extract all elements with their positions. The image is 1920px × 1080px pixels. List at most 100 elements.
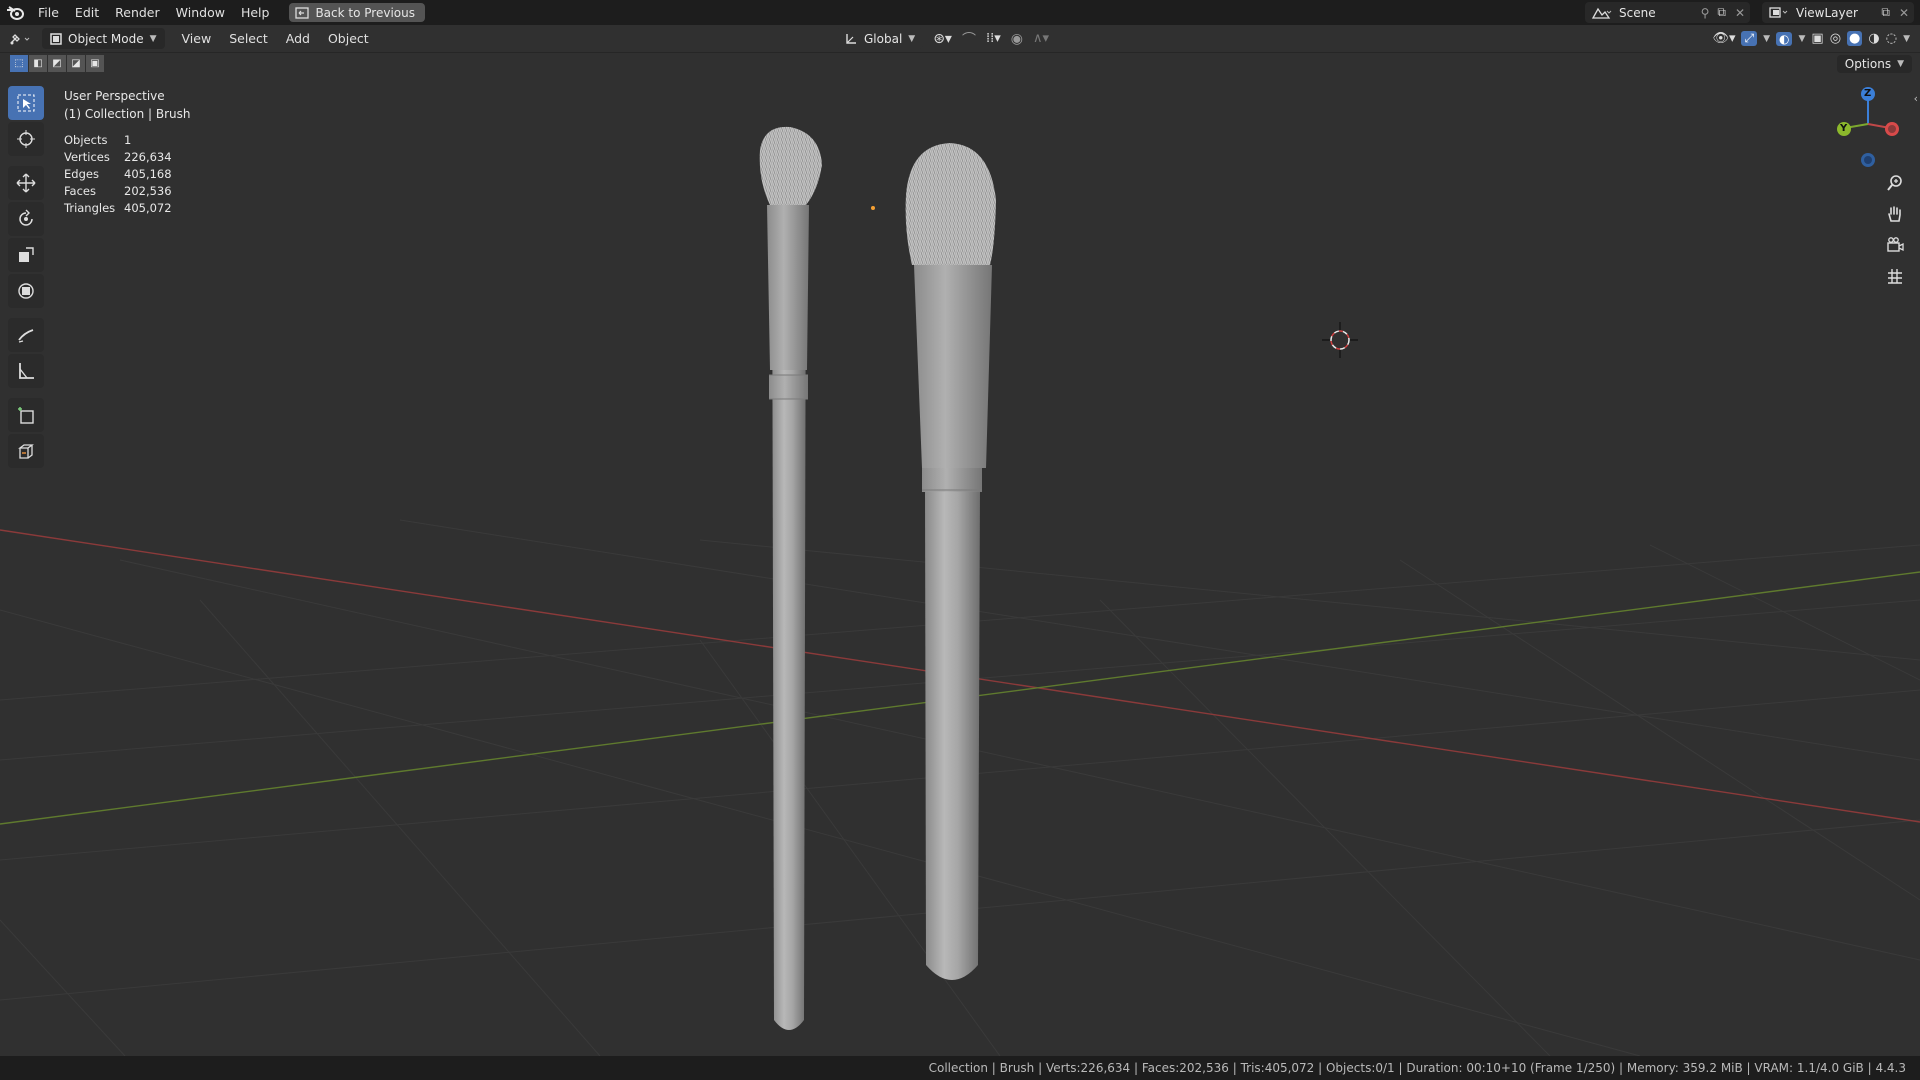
scene-selector[interactable]: Scene ⚲ ⧉ ✕ — [1585, 2, 1750, 23]
3d-cursor[interactable] — [1322, 322, 1358, 358]
view-layer-selector[interactable]: ViewLayer ⧉ ✕ — [1762, 2, 1914, 23]
solid-shading-icon[interactable]: ● — [1847, 31, 1863, 46]
gizmo-z-label: Z — [1864, 88, 1872, 99]
menu-edit[interactable]: Edit — [67, 0, 107, 25]
snap-target-icon[interactable]: ⁞⁞▾ — [986, 31, 1001, 46]
stat-row: Edges 405,168 — [64, 166, 172, 181]
grid-icon — [1888, 269, 1902, 284]
status-bar-text: Collection | Brush | Verts:226,634 | Fac… — [928, 1061, 1906, 1075]
annotate-tool[interactable] — [8, 318, 44, 352]
object-mode-icon — [50, 32, 62, 45]
select-new-icon[interactable]: ⬚ — [10, 55, 28, 72]
scene-statistics: Objects 1 Vertices 226,634 Edges 405,168 Fa… — [64, 131, 172, 216]
orientation-axes-icon — [846, 33, 856, 44]
view-layer-name[interactable]: ViewLayer — [1796, 6, 1877, 20]
orientation-label: Global — [864, 31, 903, 46]
menu-file[interactable]: File — [30, 0, 67, 25]
gizmo-toggle-icon[interactable]: ⤢ — [1741, 31, 1758, 46]
menu-render[interactable]: Render — [107, 0, 168, 25]
mode-dropdown[interactable]: Object Mode ▼ — [42, 28, 165, 49]
options-label: Options — [1844, 57, 1892, 71]
new-scene-icon[interactable]: ⧉ — [1713, 5, 1730, 20]
rotate-icon — [19, 209, 33, 226]
select-intersect-icon[interactable]: ▣ — [86, 55, 104, 72]
tool-shelf — [8, 86, 46, 468]
menu-add[interactable]: Add — [277, 31, 319, 46]
menu-view[interactable]: View — [173, 31, 221, 46]
remove-scene-icon[interactable]: ✕ — [1730, 6, 1750, 20]
rotate-tool[interactable] — [8, 202, 44, 236]
overlays-dropdown-icon[interactable]: ▼ — [1798, 34, 1805, 44]
rendered-shading-icon[interactable]: ◌ — [1886, 31, 1897, 46]
scene-icon — [1585, 6, 1619, 20]
active-collection-label: (1) Collection | Brush — [64, 107, 191, 121]
viewport-editor-icon — [10, 33, 30, 44]
zoom-button[interactable] — [1882, 170, 1908, 196]
camera-icon — [1887, 237, 1904, 252]
new-view-layer-icon[interactable]: ⧉ — [1877, 5, 1894, 20]
select-invert-icon[interactable]: ◪ — [67, 55, 85, 72]
wireframe-shading-icon[interactable]: ◎ — [1830, 31, 1841, 46]
object-origin-dot — [871, 206, 875, 210]
stat-row: Faces 202,536 — [64, 183, 172, 198]
proportional-edit-icon[interactable]: ◉ — [1011, 31, 1023, 47]
transform-orientation-dropdown[interactable]: Global ▼ — [836, 28, 924, 49]
visibility-icon[interactable]: 👁▾ — [1712, 31, 1735, 46]
chevron-down-icon: ▼ — [908, 33, 916, 44]
gizmo-dropdown-icon[interactable]: ▼ — [1763, 34, 1770, 44]
blender-logo-icon[interactable] — [0, 5, 30, 20]
primitive-cube-icon — [18, 444, 34, 459]
zoom-icon — [1887, 175, 1902, 191]
cursor-tool[interactable] — [8, 122, 44, 156]
pin-icon[interactable]: ⚲ — [1697, 6, 1714, 20]
screen-back-icon — [295, 6, 310, 19]
view-layer-icon — [1762, 6, 1796, 20]
remove-view-layer-icon[interactable]: ✕ — [1894, 6, 1914, 20]
status-bar: Collection | Brush | Verts:226,634 | Fac… — [0, 1056, 1920, 1080]
scale-icon — [19, 247, 34, 262]
falloff-icon[interactable]: ∧▾ — [1033, 31, 1049, 46]
menu-select[interactable]: Select — [220, 31, 277, 46]
select-subtract-icon[interactable]: ◩ — [48, 55, 66, 72]
camera-view-button[interactable] — [1882, 232, 1908, 258]
editor-type-button[interactable] — [0, 32, 42, 46]
material-shading-icon[interactable]: ◑ — [1868, 31, 1879, 46]
chevron-down-icon: ▼ — [1897, 59, 1904, 69]
add-cube-icon — [18, 407, 34, 424]
back-to-previous-button[interactable]: Back to Previous — [289, 3, 425, 22]
add-primitive-tool[interactable] — [8, 434, 44, 468]
transform-icon — [18, 283, 34, 299]
gizmo-y-label: Y — [1840, 123, 1848, 134]
stat-row: Vertices 226,634 — [64, 149, 172, 164]
xray-toggle-icon[interactable]: ▣ — [1811, 31, 1823, 46]
menu-object[interactable]: Object — [319, 31, 378, 46]
viewport-info: User Perspective (1) Collection | Brush — [64, 87, 190, 123]
sidebar-toggle-icon[interactable]: ‹ — [1914, 92, 1918, 105]
menu-help[interactable]: Help — [233, 0, 278, 25]
snap-toggle-icon[interactable]: ⌒ — [962, 29, 976, 49]
viewport-canvas[interactable] — [0, 53, 1920, 1056]
menu-window[interactable]: Window — [168, 0, 233, 25]
pencil-icon — [18, 329, 34, 343]
measure-tool[interactable] — [8, 354, 44, 388]
ortho-toggle-button[interactable] — [1882, 263, 1908, 289]
transform-tool[interactable] — [8, 274, 44, 308]
pivot-point-icon[interactable]: ⊛▾ — [933, 31, 952, 47]
cursor-select-icon — [17, 94, 35, 112]
select-extend-icon[interactable]: ◧ — [29, 55, 47, 72]
overlays-toggle-icon[interactable]: ◐ — [1776, 31, 1793, 46]
move-tool[interactable] — [8, 166, 44, 200]
shading-dropdown-icon[interactable]: ▼ — [1903, 34, 1910, 44]
ruler-icon — [19, 363, 34, 379]
hand-icon — [1888, 206, 1901, 222]
scene-name[interactable]: Scene — [1619, 6, 1697, 20]
viewport-header: Object Mode ▼ View Select Add Object Glo… — [0, 25, 1920, 53]
pan-button[interactable] — [1882, 201, 1908, 227]
3d-viewport[interactable]: Z Y — [0, 53, 1920, 1056]
scale-tool[interactable] — [8, 238, 44, 272]
select-box-tool[interactable] — [8, 86, 44, 120]
add-cube-tool[interactable] — [8, 398, 44, 432]
view-perspective-label: User Perspective — [64, 89, 165, 103]
top-menu-bar: File Edit Render Window Help Back to Pre… — [0, 0, 1920, 25]
options-dropdown[interactable]: Options ▼ — [1836, 55, 1912, 73]
